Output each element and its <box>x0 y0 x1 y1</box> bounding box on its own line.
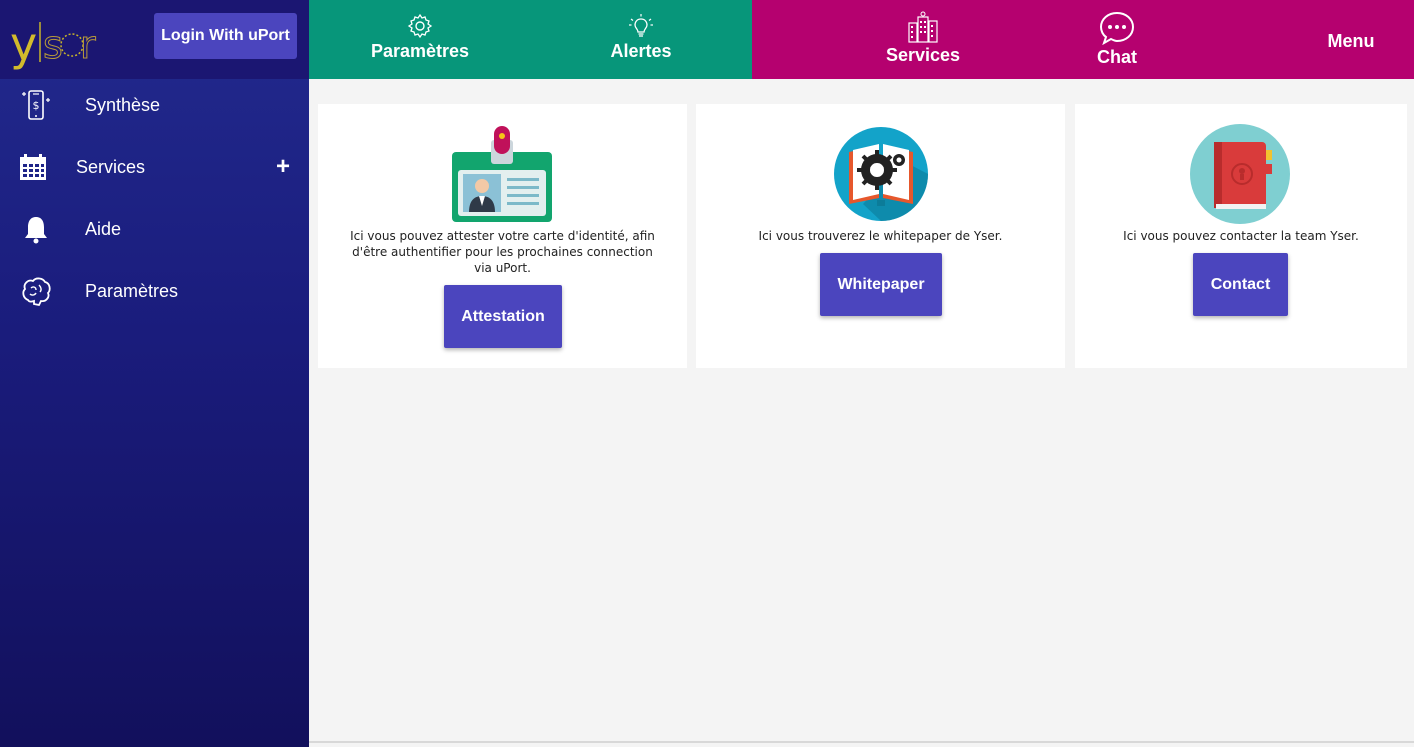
attestation-card: Ici vous pouvez attester votre carte d'i… <box>318 104 687 368</box>
login-uport-button[interactable]: Login With uPort <box>154 13 297 59</box>
svg-text:y: y <box>10 17 37 70</box>
book-gear-icon <box>834 127 928 221</box>
sidebar-item-label: Synthèse <box>85 94 161 115</box>
chat-bubble-icon <box>1099 11 1135 45</box>
sidebar-item-label: Services <box>76 156 146 177</box>
tab-label: Chat <box>1097 47 1137 67</box>
bottom-divider <box>309 741 1414 743</box>
sidebar: y s r Login With uPort $ Synthèse Servic… <box>0 0 309 747</box>
svg-text:$: $ <box>33 99 40 112</box>
contact-button[interactable]: Contact <box>1193 253 1288 316</box>
tab-alertes[interactable]: Alertes <box>596 13 686 62</box>
phone-dollar-icon: $ <box>18 87 54 123</box>
card-description: Ici vous pouvez contacter la team Yser. <box>1123 229 1359 243</box>
tab-chat[interactable]: Chat <box>1082 11 1152 68</box>
id-badge-icon <box>452 126 552 222</box>
building-icon <box>908 11 938 43</box>
tab-label: Paramètres <box>370 41 470 61</box>
bell-icon <box>18 211 54 247</box>
calendar-icon <box>14 149 50 185</box>
brain-icon <box>18 273 54 309</box>
sidebar-item-label: Aide <box>85 218 122 239</box>
tab-menu[interactable]: Menu <box>1316 29 1386 52</box>
address-book-icon <box>1190 124 1290 224</box>
contact-card: Ici vous pouvez contacter la team Yser. … <box>1075 104 1407 368</box>
card-description: Ici vous pouvez attester votre carte d'i… <box>350 229 655 275</box>
yser-logo[interactable]: y s r <box>10 10 110 71</box>
expand-plus-icon[interactable]: + <box>276 153 290 181</box>
whitepaper-card: Ici vous trouverez le whitepaper de Yser… <box>696 104 1065 368</box>
sidebar-item-services[interactable]: Services + <box>0 142 309 192</box>
tab-label: Alertes <box>610 41 672 61</box>
sidebar-header: y s r Login With uPort <box>0 0 309 79</box>
gear-icon <box>407 13 433 39</box>
logo-mark: y s r <box>10 17 97 71</box>
tab-label: Menu <box>1327 31 1375 51</box>
sidebar-item-parametres[interactable]: Paramètres <box>0 266 309 316</box>
sidebar-item-synthese[interactable]: $ Synthèse <box>0 80 309 130</box>
tab-parametres[interactable]: Paramètres <box>360 13 480 62</box>
svg-text:s: s <box>43 23 63 67</box>
tab-label: Services <box>885 45 961 65</box>
whitepaper-button[interactable]: Whitepaper <box>820 253 942 316</box>
sidebar-item-label: Paramètres <box>85 280 179 301</box>
tab-services[interactable]: Services <box>873 11 973 66</box>
card-description: Ici vous trouverez le whitepaper de Yser… <box>758 229 1003 243</box>
svg-text:r: r <box>80 23 96 67</box>
lightbulb-icon <box>629 14 653 37</box>
sidebar-item-aide[interactable]: Aide <box>0 204 309 254</box>
attestation-button[interactable]: Attestation <box>444 285 562 348</box>
